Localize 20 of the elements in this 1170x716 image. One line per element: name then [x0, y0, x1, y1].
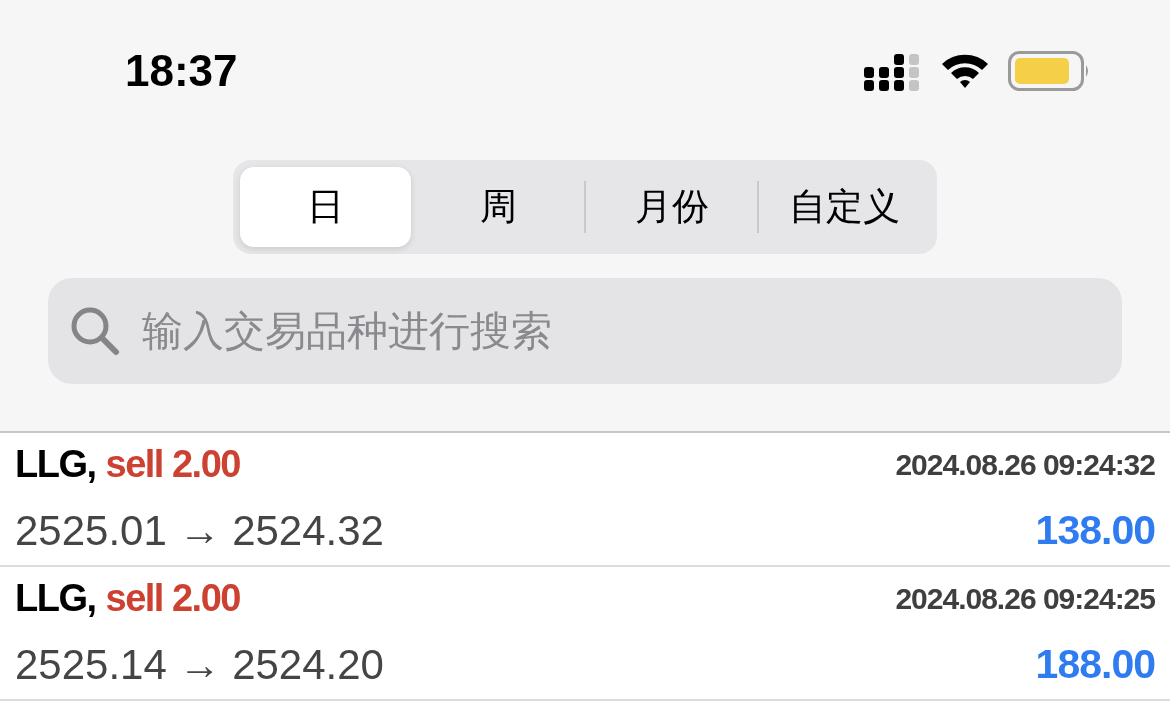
- period-tab[interactable]: 月份: [586, 167, 757, 247]
- search-icon: [70, 306, 120, 356]
- period-tab[interactable]: 自定义: [759, 167, 930, 247]
- trade-time: 2024.08.26 09:24:25: [895, 581, 1155, 617]
- signal-icon: [864, 51, 922, 91]
- battery-icon: [1008, 51, 1090, 91]
- period-tab[interactable]: 周: [413, 167, 584, 247]
- profit-value: 188.00: [1035, 639, 1155, 689]
- search-field[interactable]: 输入交易品种进行搜索: [48, 278, 1122, 384]
- wifi-icon: [940, 52, 990, 90]
- symbol-label: LLG,: [15, 442, 96, 487]
- trade-time: 2024.08.26 09:24:32: [895, 447, 1155, 483]
- period-tab[interactable]: 日: [240, 167, 411, 247]
- trade-side: sell 2.00: [105, 442, 240, 487]
- trade-side: sell 2.00: [105, 576, 240, 621]
- price-change: 2525.01 → 2524.32: [15, 506, 384, 556]
- profit-value: 138.00: [1035, 505, 1155, 555]
- symbol-label: LLG,: [15, 576, 96, 621]
- status-time: 18:37: [125, 45, 238, 97]
- price-change: 2525.14 → 2524.20: [15, 640, 384, 690]
